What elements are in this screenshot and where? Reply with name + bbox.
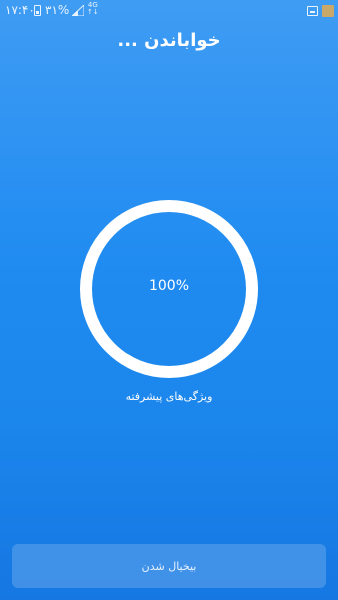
progress-percent: 100% [148, 278, 190, 294]
signal-icon [72, 5, 84, 16]
battery-icon [34, 5, 41, 16]
notification-icon [307, 6, 318, 16]
cancel-button-label: بیخیال شدن [141, 559, 197, 573]
network-activity-label: ↑↓ [87, 8, 99, 16]
network-type: 4G ↑↓ [87, 2, 99, 16]
status-time: ۱۷:۴۰ [5, 3, 35, 17]
cancel-button[interactable]: بیخیال شدن [12, 544, 326, 588]
app-icon [322, 5, 334, 17]
progress-caption: ویژگی‌های پیشرفته [125, 390, 213, 403]
page-title: خواباندن ... [117, 30, 221, 51]
status-bar: ۱۷:۴۰ ۳۱% 4G ↑↓ [0, 0, 338, 22]
battery-percent: ۳۱% [45, 3, 70, 17]
